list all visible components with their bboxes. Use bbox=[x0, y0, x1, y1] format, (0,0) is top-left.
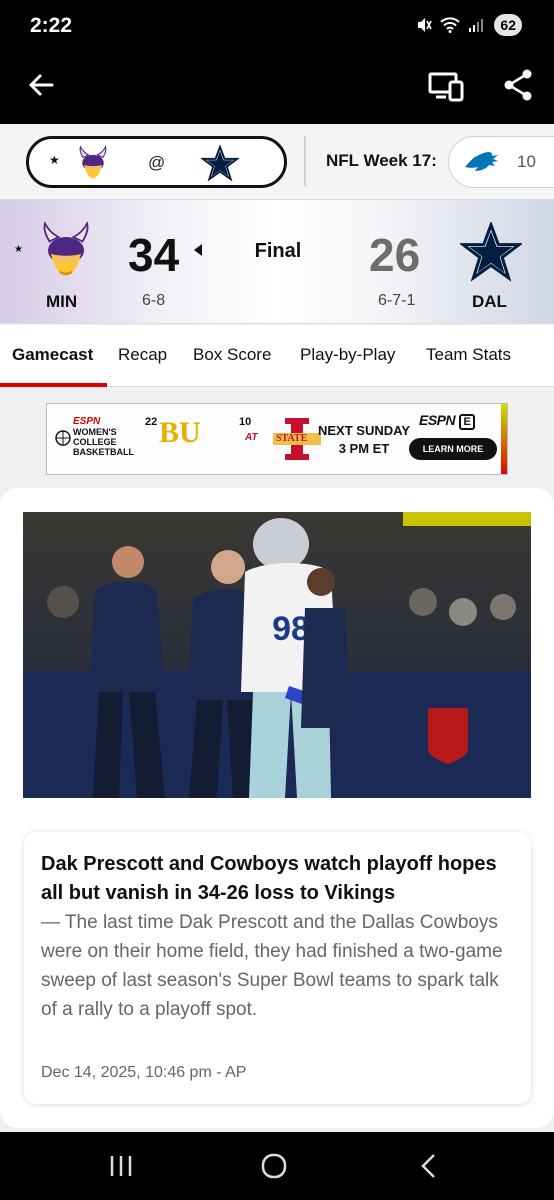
cowboys-star-logo-icon bbox=[201, 145, 239, 182]
favorite-star-icon: ★ bbox=[49, 153, 60, 167]
winner-arrow-icon bbox=[194, 244, 202, 256]
home-icon[interactable] bbox=[260, 1152, 288, 1180]
status-time: 2:22 bbox=[30, 14, 73, 37]
signal-icon bbox=[469, 19, 484, 32]
ad-team1-rank: 22 bbox=[145, 416, 158, 428]
baylor-logo-icon: BU bbox=[159, 416, 201, 449]
espn-logo-icon: ESPN E bbox=[419, 412, 476, 430]
story-summary: — The last time Dak Prescott and the Dal… bbox=[41, 912, 503, 1020]
ad-schedule: NEXT SUNDAY 3 PM ET bbox=[311, 422, 417, 458]
ad-team2-rank: 10 bbox=[239, 416, 252, 428]
home-team-record: 6-7-1 bbox=[378, 292, 416, 309]
away-team-abbr: MIN bbox=[46, 292, 78, 311]
ad-banner[interactable]: ESPN WOMEN'S COLLEGE BASKETBALL 22 BU 10… bbox=[46, 403, 508, 475]
favorite-star-icon: ★ bbox=[14, 244, 23, 255]
ad-next-line1: NEXT SUNDAY bbox=[318, 423, 410, 438]
home-score: 26 bbox=[369, 229, 421, 281]
ad-network: ESPN bbox=[419, 412, 456, 428]
mute-icon bbox=[418, 18, 433, 32]
next-game-score: 10 bbox=[517, 152, 536, 171]
at-symbol: @ bbox=[148, 153, 166, 172]
system-nav-bar bbox=[0, 1132, 554, 1200]
active-tab-indicator bbox=[0, 383, 107, 387]
iowa-state-wordmark: STATE bbox=[276, 433, 308, 444]
battery-indicator: 62 bbox=[494, 14, 522, 36]
tab-box-score[interactable]: Box Score bbox=[193, 345, 271, 365]
ad-title-line2: COLLEGE bbox=[73, 437, 117, 447]
game-status: Final bbox=[254, 240, 302, 262]
away-score: 34 bbox=[128, 229, 180, 281]
vikings-logo-icon bbox=[79, 145, 107, 179]
status-icons: 62 bbox=[416, 14, 522, 36]
tab-team-stats[interactable]: Team Stats bbox=[426, 345, 511, 365]
strip-divider bbox=[304, 136, 306, 186]
away-team-record: 6-8 bbox=[142, 292, 166, 309]
app-bar bbox=[0, 52, 554, 124]
tab-recap[interactable]: Recap bbox=[118, 345, 167, 365]
cast-devices-icon[interactable] bbox=[428, 70, 464, 102]
home-team-abbr: DAL bbox=[472, 292, 507, 311]
ad-title-line3: BASKETBALL bbox=[73, 447, 134, 457]
recents-icon[interactable] bbox=[108, 1152, 134, 1180]
game-tabs: Gamecast Recap Box Score Play-by-Play Te… bbox=[0, 325, 554, 387]
week-label: NFL Week 17: bbox=[326, 151, 437, 170]
story-meta: Dec 14, 2025, 10:46 pm - AP bbox=[41, 1064, 247, 1081]
cowboys-star-logo-icon[interactable] bbox=[460, 222, 522, 284]
basketball-icon bbox=[55, 430, 71, 446]
ad-next-line2: 3 PM ET bbox=[338, 441, 390, 456]
back-icon[interactable] bbox=[418, 1152, 440, 1180]
share-icon[interactable] bbox=[502, 68, 534, 102]
story-summary-card[interactable]: Dak Prescott and Cowboys watch playoff h… bbox=[24, 832, 531, 1104]
current-game-pill[interactable]: ★ @ bbox=[26, 136, 287, 188]
next-game-pill[interactable]: 10 bbox=[448, 136, 554, 188]
ad-title-line1: WOMEN'S bbox=[73, 427, 117, 437]
tab-gamecast[interactable]: Gamecast bbox=[12, 345, 93, 365]
ad-accent-stripe bbox=[501, 404, 507, 474]
wifi-icon bbox=[440, 17, 461, 33]
story-photo[interactable]: 98 bbox=[23, 512, 531, 798]
story-headline[interactable]: Dak Prescott and Cowboys watch playoff h… bbox=[41, 850, 519, 908]
ad-network-badge: E bbox=[458, 414, 476, 430]
back-arrow-icon[interactable] bbox=[26, 70, 56, 100]
vikings-logo-icon[interactable] bbox=[36, 220, 96, 284]
ad-at-text: AT bbox=[245, 432, 258, 443]
lions-logo-icon bbox=[465, 152, 498, 171]
tab-play-by-play[interactable]: Play-by-Play bbox=[300, 345, 395, 365]
status-bar: 2:22 62 bbox=[0, 0, 554, 52]
scores-strip: ★ @ NFL Week 17: 10 bbox=[0, 124, 554, 200]
ad-learn-more-button[interactable]: LEARN MORE bbox=[409, 438, 497, 460]
